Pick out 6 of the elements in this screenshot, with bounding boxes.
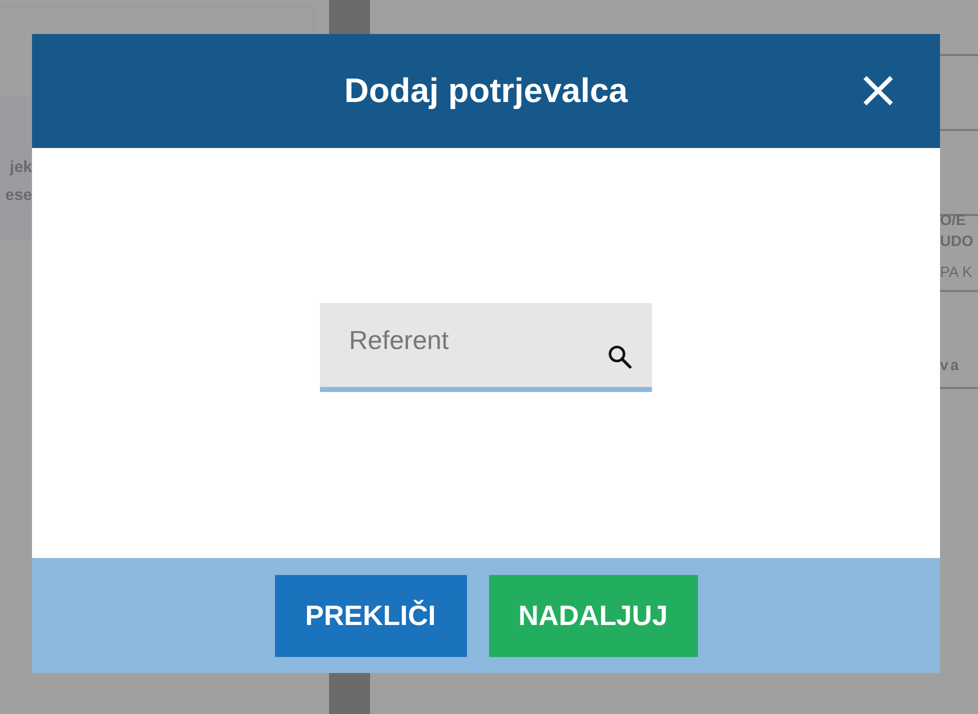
search-field[interactable]: Referent: [320, 302, 652, 392]
search-icon: [606, 342, 634, 370]
close-button[interactable]: ×: [852, 66, 904, 114]
cancel-button[interactable]: PREKLIČI: [274, 575, 466, 657]
dialog-title: Dodaj potrjevalca: [344, 72, 628, 110]
continue-button[interactable]: NADALJUJ: [488, 575, 698, 657]
